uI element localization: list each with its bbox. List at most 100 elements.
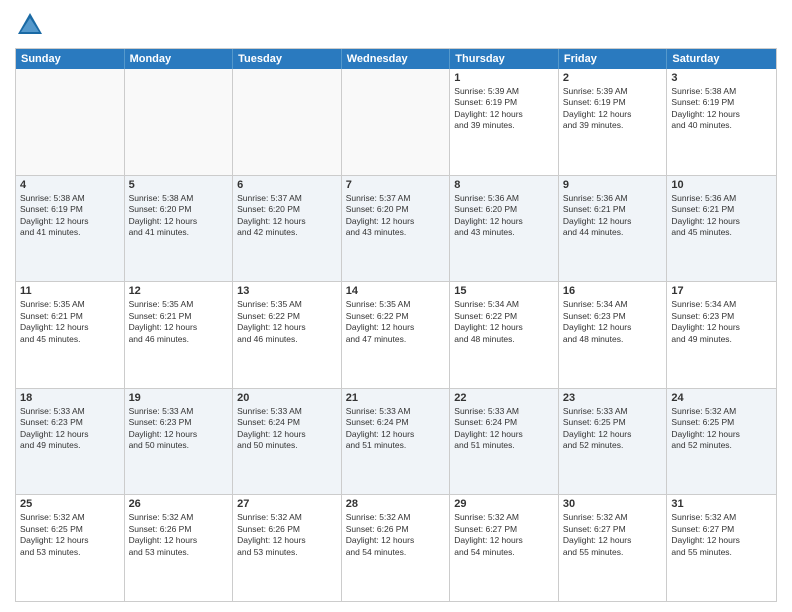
day-info: Sunrise: 5:33 AM Sunset: 6:25 PM Dayligh…	[563, 406, 663, 452]
day-number: 10	[671, 179, 772, 191]
calendar-cell: 11Sunrise: 5:35 AM Sunset: 6:21 PM Dayli…	[16, 282, 125, 388]
calendar-cell: 22 Sunrise: 5:33 AM Sunset: 6:24 PM Dayli…	[450, 389, 559, 495]
calendar-cell: 7 Sunrise: 5:37 AM Sunset: 6:20 PM Daylig…	[342, 176, 451, 282]
calendar-cell: 30 Sunrise: 5:32 AM Sunset: 6:27 PM Dayli…	[559, 495, 668, 601]
calendar-cell: 18 Sunrise: 5:33 AM Sunset: 6:23 PM Dayli…	[16, 389, 125, 495]
day-info: Sunrise: 5:32 AM Sunset: 6:26 PM Dayligh…	[129, 512, 229, 558]
day-number: 18	[20, 392, 120, 404]
calendar-cell: 24 Sunrise: 5:32 AM Sunset: 6:25 PM Dayli…	[667, 389, 776, 495]
day-info: Sunrise: 5:32 AM Sunset: 6:27 PM Dayligh…	[563, 512, 663, 558]
calendar-cell: 29 Sunrise: 5:32 AM Sunset: 6:27 PM Dayli…	[450, 495, 559, 601]
day-info: Sunrise: 5:32 AM Sunset: 6:25 PM Dayligh…	[671, 406, 772, 452]
calendar: SundayMondayTuesdayWednesdayThursdayFrid…	[15, 48, 777, 602]
weekday-header-thursday: Thursday	[450, 49, 559, 69]
calendar-cell: 12 Sunrise: 5:35 AM Sunset: 6:21 PM Dayli…	[125, 282, 234, 388]
day-number: 19	[129, 392, 229, 404]
day-number: 27	[237, 498, 337, 510]
weekday-header-monday: Monday	[125, 49, 234, 69]
day-info: Sunrise: 5:38 AM Sunset: 6:19 PM Dayligh…	[20, 193, 120, 239]
day-info: Sunrise: 5:37 AM Sunset: 6:20 PM Dayligh…	[346, 193, 446, 239]
calendar-cell: 6Sunrise: 5:37 AM Sunset: 6:20 PM Daylig…	[233, 176, 342, 282]
page: SundayMondayTuesdayWednesdayThursdayFrid…	[0, 0, 792, 612]
day-number: 21	[346, 392, 446, 404]
calendar-cell: 9 Sunrise: 5:36 AM Sunset: 6:21 PM Daylig…	[559, 176, 668, 282]
day-number: 1	[454, 72, 554, 84]
day-info: Sunrise: 5:35 AM Sunset: 6:22 PM Dayligh…	[346, 299, 446, 345]
day-info: Sunrise: 5:33 AM Sunset: 6:23 PM Dayligh…	[129, 406, 229, 452]
calendar-row-1: 1 Sunrise: 5:39 AM Sunset: 6:19 PM Daylig…	[16, 69, 776, 175]
day-number: 31	[671, 498, 772, 510]
logo	[15, 10, 49, 40]
day-number: 26	[129, 498, 229, 510]
day-info: Sunrise: 5:33 AM Sunset: 6:24 PM Dayligh…	[346, 406, 446, 452]
calendar-row-3: 11Sunrise: 5:35 AM Sunset: 6:21 PM Dayli…	[16, 281, 776, 388]
calendar-cell: 17Sunrise: 5:34 AM Sunset: 6:23 PM Dayli…	[667, 282, 776, 388]
calendar-cell: 10Sunrise: 5:36 AM Sunset: 6:21 PM Dayli…	[667, 176, 776, 282]
calendar-cell: 28Sunrise: 5:32 AM Sunset: 6:26 PM Dayli…	[342, 495, 451, 601]
day-info: Sunrise: 5:35 AM Sunset: 6:21 PM Dayligh…	[129, 299, 229, 345]
calendar-cell	[16, 69, 125, 175]
weekday-header-saturday: Saturday	[667, 49, 776, 69]
day-info: Sunrise: 5:34 AM Sunset: 6:22 PM Dayligh…	[454, 299, 554, 345]
calendar-header: SundayMondayTuesdayWednesdayThursdayFrid…	[16, 49, 776, 69]
day-number: 30	[563, 498, 663, 510]
calendar-cell: 13 Sunrise: 5:35 AM Sunset: 6:22 PM Dayli…	[233, 282, 342, 388]
calendar-cell: 23 Sunrise: 5:33 AM Sunset: 6:25 PM Dayli…	[559, 389, 668, 495]
calendar-cell: 15Sunrise: 5:34 AM Sunset: 6:22 PM Dayli…	[450, 282, 559, 388]
calendar-cell: 26 Sunrise: 5:32 AM Sunset: 6:26 PM Dayli…	[125, 495, 234, 601]
day-number: 29	[454, 498, 554, 510]
day-number: 5	[129, 179, 229, 191]
calendar-cell: 19 Sunrise: 5:33 AM Sunset: 6:23 PM Dayli…	[125, 389, 234, 495]
calendar-cell: 1 Sunrise: 5:39 AM Sunset: 6:19 PM Daylig…	[450, 69, 559, 175]
calendar-cell	[342, 69, 451, 175]
day-info: Sunrise: 5:39 AM Sunset: 6:19 PM Dayligh…	[454, 86, 554, 132]
day-info: Sunrise: 5:34 AM Sunset: 6:23 PM Dayligh…	[563, 299, 663, 345]
day-number: 6	[237, 179, 337, 191]
day-number: 23	[563, 392, 663, 404]
calendar-cell: 27 Sunrise: 5:32 AM Sunset: 6:26 PM Dayli…	[233, 495, 342, 601]
day-info: Sunrise: 5:32 AM Sunset: 6:25 PM Dayligh…	[20, 512, 120, 558]
day-info: Sunrise: 5:32 AM Sunset: 6:27 PM Dayligh…	[671, 512, 772, 558]
calendar-cell: 31 Sunrise: 5:32 AM Sunset: 6:27 PM Dayli…	[667, 495, 776, 601]
calendar-row-4: 18 Sunrise: 5:33 AM Sunset: 6:23 PM Dayli…	[16, 388, 776, 495]
day-info: Sunrise: 5:33 AM Sunset: 6:24 PM Dayligh…	[454, 406, 554, 452]
calendar-cell: 3 Sunrise: 5:38 AM Sunset: 6:19 PM Daylig…	[667, 69, 776, 175]
day-number: 3	[671, 72, 772, 84]
day-info: Sunrise: 5:32 AM Sunset: 6:26 PM Dayligh…	[237, 512, 337, 558]
day-number: 24	[671, 392, 772, 404]
calendar-cell: 20Sunrise: 5:33 AM Sunset: 6:24 PM Dayli…	[233, 389, 342, 495]
day-info: Sunrise: 5:32 AM Sunset: 6:27 PM Dayligh…	[454, 512, 554, 558]
calendar-cell	[233, 69, 342, 175]
day-info: Sunrise: 5:36 AM Sunset: 6:21 PM Dayligh…	[563, 193, 663, 239]
day-number: 16	[563, 285, 663, 297]
day-info: Sunrise: 5:34 AM Sunset: 6:23 PM Dayligh…	[671, 299, 772, 345]
day-number: 8	[454, 179, 554, 191]
day-number: 4	[20, 179, 120, 191]
day-number: 25	[20, 498, 120, 510]
day-info: Sunrise: 5:33 AM Sunset: 6:24 PM Dayligh…	[237, 406, 337, 452]
day-info: Sunrise: 5:36 AM Sunset: 6:20 PM Dayligh…	[454, 193, 554, 239]
day-info: Sunrise: 5:35 AM Sunset: 6:22 PM Dayligh…	[237, 299, 337, 345]
day-info: Sunrise: 5:33 AM Sunset: 6:23 PM Dayligh…	[20, 406, 120, 452]
header	[15, 10, 777, 40]
day-number: 12	[129, 285, 229, 297]
day-info: Sunrise: 5:38 AM Sunset: 6:20 PM Dayligh…	[129, 193, 229, 239]
day-info: Sunrise: 5:35 AM Sunset: 6:21 PM Dayligh…	[20, 299, 120, 345]
calendar-cell: 2 Sunrise: 5:39 AM Sunset: 6:19 PM Daylig…	[559, 69, 668, 175]
day-info: Sunrise: 5:38 AM Sunset: 6:19 PM Dayligh…	[671, 86, 772, 132]
calendar-cell: 8 Sunrise: 5:36 AM Sunset: 6:20 PM Daylig…	[450, 176, 559, 282]
calendar-cell: 4 Sunrise: 5:38 AM Sunset: 6:19 PM Daylig…	[16, 176, 125, 282]
day-number: 14	[346, 285, 446, 297]
day-number: 13	[237, 285, 337, 297]
logo-icon	[15, 10, 45, 40]
day-info: Sunrise: 5:39 AM Sunset: 6:19 PM Dayligh…	[563, 86, 663, 132]
weekday-header-wednesday: Wednesday	[342, 49, 451, 69]
day-number: 9	[563, 179, 663, 191]
weekday-header-sunday: Sunday	[16, 49, 125, 69]
calendar-row-5: 25 Sunrise: 5:32 AM Sunset: 6:25 PM Dayli…	[16, 494, 776, 601]
day-number: 2	[563, 72, 663, 84]
calendar-cell: 25 Sunrise: 5:32 AM Sunset: 6:25 PM Dayli…	[16, 495, 125, 601]
day-number: 22	[454, 392, 554, 404]
calendar-cell: 14 Sunrise: 5:35 AM Sunset: 6:22 PM Dayli…	[342, 282, 451, 388]
day-number: 7	[346, 179, 446, 191]
